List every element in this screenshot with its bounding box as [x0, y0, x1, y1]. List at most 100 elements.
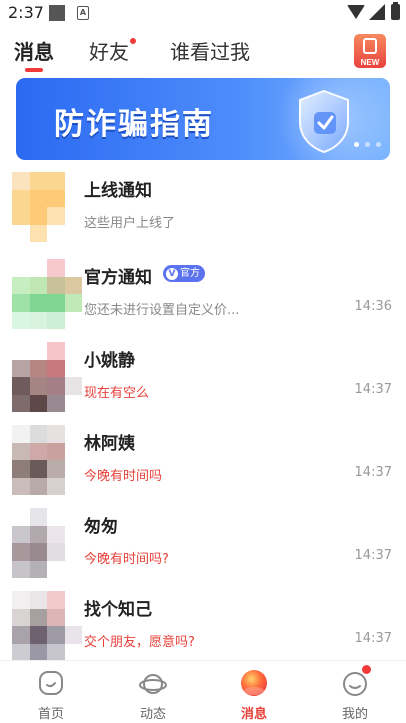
avatar-pixel: [47, 259, 65, 277]
avatar-pixel: [12, 311, 30, 329]
avatar-pixel: [64, 543, 82, 561]
battery-icon: [391, 2, 400, 20]
pager-dot: [365, 142, 370, 147]
avatar-pixel: [12, 342, 30, 360]
nav-home[interactable]: 首页: [11, 661, 91, 723]
avatar-pixel: [47, 276, 65, 294]
conversation-preview: 今晚有时间吗?: [84, 552, 169, 567]
avatar-pixel: [47, 477, 65, 495]
avatar-pixel: [29, 543, 47, 561]
avatar-pixel: [12, 294, 30, 312]
pager-dot: [376, 142, 381, 147]
avatar-pixel: [64, 460, 82, 478]
tab-friends[interactable]: 好友: [89, 36, 129, 65]
conversation-name: 小姚静: [84, 351, 135, 371]
avatar-pixel: [47, 311, 65, 329]
avatar-pixel: [64, 560, 82, 578]
avatar-pixel: [47, 425, 65, 443]
avatar-pixel: [64, 359, 82, 377]
conversation-time: 14:36: [354, 299, 392, 314]
avatar-pixel: [12, 172, 30, 190]
avatar-pixel: [29, 460, 47, 478]
avatar-pixel: [12, 477, 30, 495]
avatar-pixel: [12, 189, 30, 207]
tab-messages[interactable]: 消息: [14, 36, 54, 65]
conversation-name: 匆匆: [84, 517, 118, 537]
avatar-pixel: [47, 626, 65, 644]
avatar-pixel: [12, 460, 30, 478]
phone-icon: [363, 38, 377, 54]
avatar-pixel: [47, 207, 65, 225]
conversation-name: 上线通知: [84, 181, 152, 201]
nav-me-label: 我的: [341, 707, 368, 722]
shield-check-icon: [299, 89, 349, 154]
conversation-preview: 您还未进行设置自定义价...: [84, 303, 240, 318]
list-item-conversation[interactable]: 林阿姨 今晚有时间吗 14:37: [0, 423, 406, 507]
avatar-pixel: [29, 377, 47, 395]
conversation-time: 14:37: [354, 631, 392, 646]
avatar-pixel: [29, 626, 47, 644]
conversation-time: 14:37: [354, 465, 392, 480]
avatar-pixel: [64, 394, 82, 412]
avatar-pixel: [47, 543, 65, 561]
list-item-official-notice[interactable]: 官方通知 V 官方 您还未进行设置自定义价... 14:36: [0, 257, 406, 341]
avatar-pixel: [12, 560, 30, 578]
avatar-pixel: [64, 442, 82, 460]
anti-fraud-banner[interactable]: 防诈骗指南: [16, 78, 390, 160]
avatar-pixel: [29, 207, 47, 225]
nav-messages[interactable]: 消息: [214, 661, 294, 723]
avatar-pixel: [64, 311, 82, 329]
list-item-online-notice[interactable]: 上线通知 这些用户上线了: [0, 170, 406, 254]
conversation-name: 林阿姨: [84, 434, 135, 454]
list-item-conversation[interactable]: 匆匆 今晚有时间吗? 14:37: [0, 506, 406, 590]
avatar-pixel: [12, 525, 30, 543]
avatar-pixel: [29, 608, 47, 626]
avatar-pixel: [29, 259, 47, 277]
banner-pager: [354, 142, 381, 147]
conversation-preview: 现在有空么: [84, 386, 150, 401]
official-badge-label: 官方: [180, 268, 200, 279]
avatar-pixel: [12, 276, 30, 294]
avatar-pixel: [47, 172, 65, 190]
avatar-pixel: [47, 508, 65, 526]
notification-square-icon: [49, 5, 65, 21]
avatar: [12, 508, 82, 578]
avatar-pixel: [12, 626, 30, 644]
list-item-conversation[interactable]: 小姚静 现在有空么 14:37: [0, 340, 406, 424]
avatar-pixel: [64, 342, 82, 360]
nav-feed[interactable]: 动态: [113, 661, 193, 723]
conversation-name: 官方通知: [84, 268, 152, 288]
avatar-pixel: [29, 311, 47, 329]
avatar-pixel: [64, 259, 82, 277]
avatar-pixel: [29, 525, 47, 543]
banner-title: 防诈骗指南: [54, 107, 214, 142]
avatar-pixel: [47, 608, 65, 626]
avatar-pixel: [29, 560, 47, 578]
status-bar: 2:37 A: [0, 0, 406, 28]
avatar-pixel: [12, 359, 30, 377]
avatar-pixel: [47, 525, 65, 543]
avatar: [12, 342, 82, 412]
avatar-pixel: [64, 377, 82, 395]
avatar-pixel: [64, 477, 82, 495]
verified-v-icon: V: [166, 267, 178, 280]
bottom-nav: 首页 动态 消息 我的: [0, 660, 406, 723]
avatar-pixel: [12, 643, 30, 661]
avatar-pixel: [29, 425, 47, 443]
avatar-pixel: [64, 425, 82, 443]
avatar-pixel: [12, 608, 30, 626]
avatar-pixel: [12, 207, 30, 225]
avatar-pixel: [64, 276, 82, 294]
nav-me[interactable]: 我的: [315, 661, 395, 723]
avatar-pixel: [29, 508, 47, 526]
avatar-pixel: [64, 207, 82, 225]
notification-a-icon: A: [77, 6, 89, 20]
status-icons: [347, 2, 400, 20]
tab-who-viewed-me[interactable]: 谁看过我: [170, 36, 250, 65]
avatar-pixel: [12, 224, 30, 242]
new-call-button[interactable]: NEW: [354, 34, 386, 68]
avatar: [12, 425, 82, 495]
friends-unread-dot: [130, 38, 136, 44]
conversation-name: 找个知己: [84, 600, 152, 620]
avatar-pixel: [12, 425, 30, 443]
